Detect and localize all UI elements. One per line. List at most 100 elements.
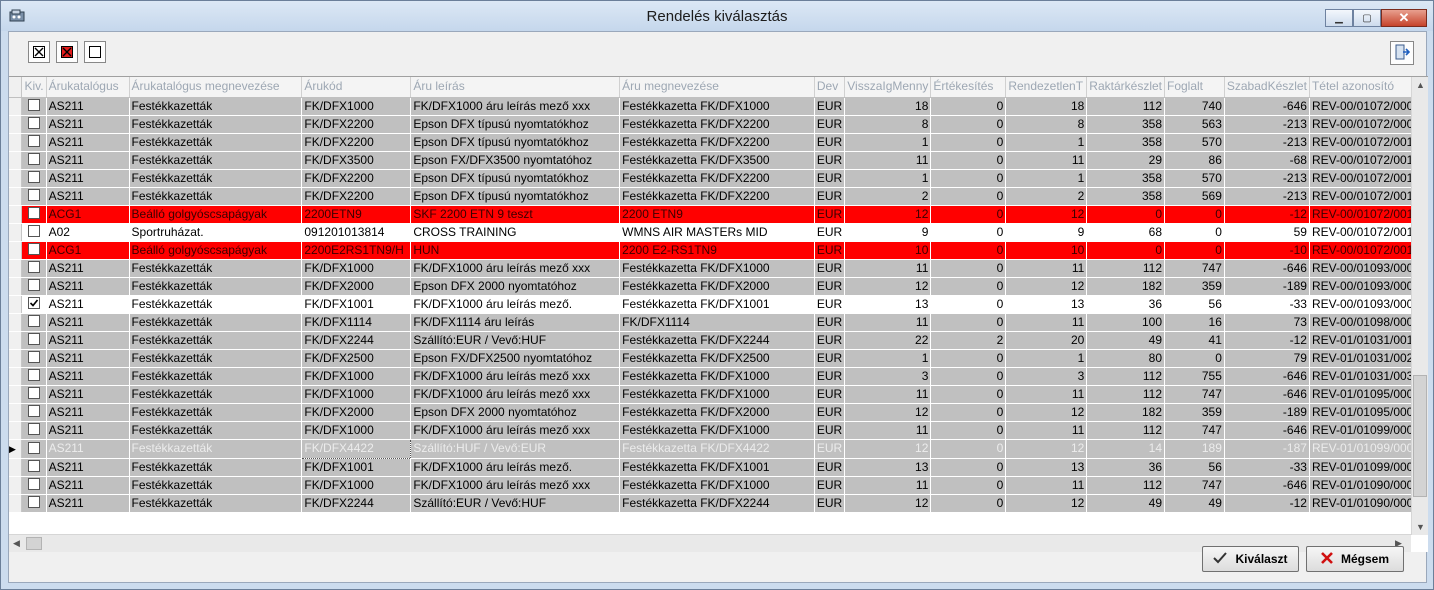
table-cell[interactable]: 68 xyxy=(1086,223,1165,242)
table-cell[interactable]: REV-01/01095/0001 xyxy=(1309,385,1428,404)
table-cell[interactable]: 563 xyxy=(1164,115,1225,134)
table-cell[interactable]: 0 xyxy=(930,97,1007,116)
table-cell[interactable]: REV-01/01099/0001 xyxy=(1309,421,1428,440)
table-cell[interactable]: REV-00/01093/0001 xyxy=(1309,259,1428,278)
table-row[interactable]: AS211 Festékkazetták FK/DFX1000 FK/DFX1000 … xyxy=(9,421,1428,440)
row-indicator[interactable] xyxy=(9,421,23,440)
table-cell[interactable]: Festékkazetták xyxy=(129,403,303,422)
table-cell[interactable]: 11 xyxy=(844,385,932,404)
table-cell[interactable]: 1 xyxy=(844,133,932,152)
row-indicator[interactable] xyxy=(9,494,23,513)
table-cell[interactable]: REV-00/01072/0011 xyxy=(1309,151,1428,170)
table-cell[interactable]: 570 xyxy=(1164,169,1225,188)
table-cell[interactable]: EUR xyxy=(814,385,846,404)
table-cell[interactable]: FK/DFX1000 áru leírás mező. xyxy=(410,458,621,477)
table-row[interactable]: ▶ AS211 Festékkazetták FK/DFX4422 Szállító:H… xyxy=(9,438,1428,459)
table-cell[interactable]: Festékkazetta FK/DFX4422 xyxy=(619,439,815,459)
table-cell[interactable]: 18 xyxy=(1005,97,1088,116)
table-cell[interactable]: 0 xyxy=(1164,349,1225,368)
table-cell[interactable]: FK/DFX2500 xyxy=(301,349,412,368)
row-indicator[interactable] xyxy=(9,476,23,495)
table-cell[interactable]: Festékkazetták xyxy=(129,421,303,440)
table-row[interactable]: AS211 Festékkazetták FK/DFX1000 FK/DFX1000 … xyxy=(9,367,1428,386)
table-cell[interactable]: EUR xyxy=(814,97,846,116)
table-cell[interactable]: 0 xyxy=(930,295,1007,314)
table-cell[interactable]: 13 xyxy=(1005,295,1088,314)
table-cell[interactable]: WMNS AIR MASTERs MID xyxy=(619,223,815,242)
table-row[interactable]: AS211 Festékkazetták FK/DFX2244 Szállító:EU… xyxy=(9,494,1428,513)
table-cell[interactable]: 22 xyxy=(844,331,932,350)
table-cell[interactable]: 36 xyxy=(1086,458,1165,477)
table-cell[interactable]: -646 xyxy=(1224,367,1310,386)
table-cell[interactable]: Festékkazetták xyxy=(129,458,303,477)
table-cell[interactable]: CROSS TRAINING xyxy=(410,223,621,242)
table-cell[interactable]: AS211 xyxy=(46,115,130,134)
table-cell[interactable]: Festékkazetták xyxy=(129,385,303,404)
table-cell[interactable]: Festékkazetta FK/DFX2000 xyxy=(619,403,815,422)
table-cell[interactable]: 13 xyxy=(844,458,932,477)
table-cell[interactable]: 3 xyxy=(844,367,932,386)
table-row[interactable]: ACG1 Beálló golgyóscsapágyak 2200E2RS1TN9/… xyxy=(9,241,1428,260)
table-cell[interactable]: Festékkazetta FK/DFX2000 xyxy=(619,277,815,296)
table-cell[interactable]: 0 xyxy=(930,187,1007,206)
table-cell[interactable]: 0 xyxy=(930,385,1007,404)
table-cell[interactable]: 358 xyxy=(1086,133,1165,152)
vertical-scrollbar[interactable]: ▲ ▼ xyxy=(1411,77,1428,535)
table-cell[interactable]: Epson DFX 2000 nyomtatóhoz xyxy=(410,277,621,296)
table-cell[interactable]: 747 xyxy=(1164,385,1225,404)
table-cell[interactable]: 79 xyxy=(1224,349,1310,368)
table-cell[interactable]: Festékkazetták xyxy=(129,277,303,296)
table-row[interactable]: AS211 Festékkazetták FK/DFX2244 Szállító:EU… xyxy=(9,331,1428,350)
table-cell[interactable]: FK/DFX1000 áru leírás mező xxx xyxy=(410,421,621,440)
table-cell[interactable]: REV-01/01090/0002 xyxy=(1309,494,1428,513)
row-indicator[interactable] xyxy=(9,277,23,296)
table-cell[interactable]: Festékkazetta FK/DFX1001 xyxy=(619,295,815,314)
table-cell[interactable]: FK/DFX2244 xyxy=(301,331,412,350)
table-cell[interactable]: -213 xyxy=(1224,133,1310,152)
table-cell[interactable]: EUR xyxy=(814,421,846,440)
table-cell[interactable]: REV-00/01072/0009 xyxy=(1309,115,1428,134)
table-cell[interactable]: Festékkazetta FK/DFX1000 xyxy=(619,385,815,404)
row-indicator[interactable] xyxy=(9,295,23,314)
table-cell[interactable]: REV-00/01072/0016 xyxy=(1309,241,1428,260)
row-indicator[interactable] xyxy=(9,205,23,224)
column-header[interactable]: Értékesítés xyxy=(930,77,1007,98)
scroll-down-icon[interactable]: ▼ xyxy=(1416,522,1425,532)
table-cell[interactable]: Epson DFX típusú nyomtatókhoz xyxy=(410,115,621,134)
table-cell[interactable]: AS211 xyxy=(46,151,130,170)
table-cell[interactable]: EUR xyxy=(814,133,846,152)
table-cell[interactable]: 56 xyxy=(1164,458,1225,477)
column-header[interactable]: Árukatalógus xyxy=(46,77,130,98)
table-cell[interactable]: FK/DFX3500 xyxy=(301,151,412,170)
table-cell[interactable]: -33 xyxy=(1224,295,1310,314)
table-cell[interactable]: 12 xyxy=(1005,277,1088,296)
cancel-button[interactable]: Mégsem xyxy=(1306,546,1404,572)
table-cell[interactable]: 358 xyxy=(1086,187,1165,206)
table-cell[interactable]: 0 xyxy=(930,133,1007,152)
table-cell[interactable]: -189 xyxy=(1224,403,1310,422)
table-cell[interactable]: AS211 xyxy=(46,349,130,368)
table-cell[interactable]: 091201013814 xyxy=(301,223,412,242)
table-cell[interactable]: 12 xyxy=(844,494,932,513)
table-cell[interactable]: 747 xyxy=(1164,421,1225,440)
row-indicator[interactable] xyxy=(9,259,23,278)
column-header[interactable]: Foglalt xyxy=(1164,77,1225,98)
table-cell[interactable]: 112 xyxy=(1086,421,1165,440)
table-cell[interactable]: FK/DFX1000 áru leírás mező xxx xyxy=(410,259,621,278)
table-cell[interactable]: Beálló golgyóscsapágyak xyxy=(129,241,303,260)
table-cell[interactable]: Festékkazetták xyxy=(129,494,303,513)
table-cell[interactable]: 49 xyxy=(1086,494,1165,513)
table-cell[interactable]: 41 xyxy=(1164,331,1225,350)
table-cell[interactable]: Epson FX/DFX3500 nyomtatóhoz xyxy=(410,151,621,170)
table-cell[interactable]: 0 xyxy=(930,169,1007,188)
row-checkbox[interactable] xyxy=(28,225,41,238)
horizontal-scroll-thumb[interactable] xyxy=(26,537,42,550)
table-cell[interactable]: 1 xyxy=(1005,169,1088,188)
table-cell[interactable]: FK/DFX2000 xyxy=(301,403,412,422)
row-indicator[interactable] xyxy=(9,115,23,134)
table-cell[interactable]: 49 xyxy=(1164,494,1225,513)
table-cell[interactable]: FK/DFX1000 xyxy=(301,421,412,440)
table-cell[interactable]: 747 xyxy=(1164,476,1225,495)
column-header[interactable]: Dev xyxy=(814,77,846,98)
table-cell[interactable]: Szállító:EUR / Vevő:HUF xyxy=(410,494,621,513)
